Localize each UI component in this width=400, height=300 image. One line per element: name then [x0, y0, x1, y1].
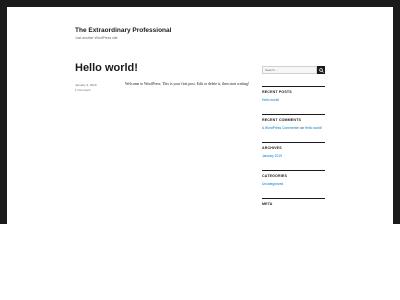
widget-heading: RECENT POSTS	[262, 90, 292, 94]
widget-archives: ARCHIVES January 2019	[262, 142, 325, 158]
site-title[interactable]: The Extraordinary Professional	[75, 27, 171, 34]
search-icon	[318, 67, 324, 73]
comment-author-link[interactable]: A WordPress Commenter	[262, 126, 299, 130]
widget-recent-posts: RECENT POSTS Hello world!	[262, 86, 325, 102]
sidebar: Search ... RECENT POSTS Hello world! REC…	[262, 66, 325, 210]
comment-connector: on	[300, 126, 304, 130]
recent-comment: A WordPress Commenter on Hello world!	[262, 126, 325, 130]
site-container: The Extraordinary Professional Just anot…	[7, 7, 393, 224]
widget-heading: META	[262, 202, 273, 206]
archive-link[interactable]: January 2019	[262, 154, 325, 158]
widget-meta: META	[262, 198, 325, 206]
widget-recent-comments: RECENT COMMENTS A WordPress Commenter on…	[262, 114, 325, 130]
site-description: Just another WordPress site	[75, 36, 118, 40]
widget-heading: RECENT COMMENTS	[262, 118, 301, 122]
category-link[interactable]: Uncategorized	[262, 182, 325, 186]
widget-categories: CATEGORIES Uncategorized	[262, 170, 325, 186]
post-title[interactable]: Hello world!	[75, 62, 138, 74]
search-button[interactable]	[317, 66, 325, 74]
widget-heading: CATEGORIES	[262, 174, 287, 178]
post-content: Welcome to WordPress. This is your first…	[125, 82, 250, 86]
search-form: Search ...	[262, 66, 325, 74]
widget-heading: ARCHIVES	[262, 146, 282, 150]
post-meta: January 3, 2019 1 Comment	[75, 83, 97, 93]
search-input[interactable]: Search ...	[262, 66, 317, 74]
recent-post-link[interactable]: Hello world!	[262, 98, 325, 102]
post-comments-link[interactable]: 1 Comment	[75, 88, 97, 93]
comment-post-link[interactable]: Hello world!	[305, 126, 322, 130]
